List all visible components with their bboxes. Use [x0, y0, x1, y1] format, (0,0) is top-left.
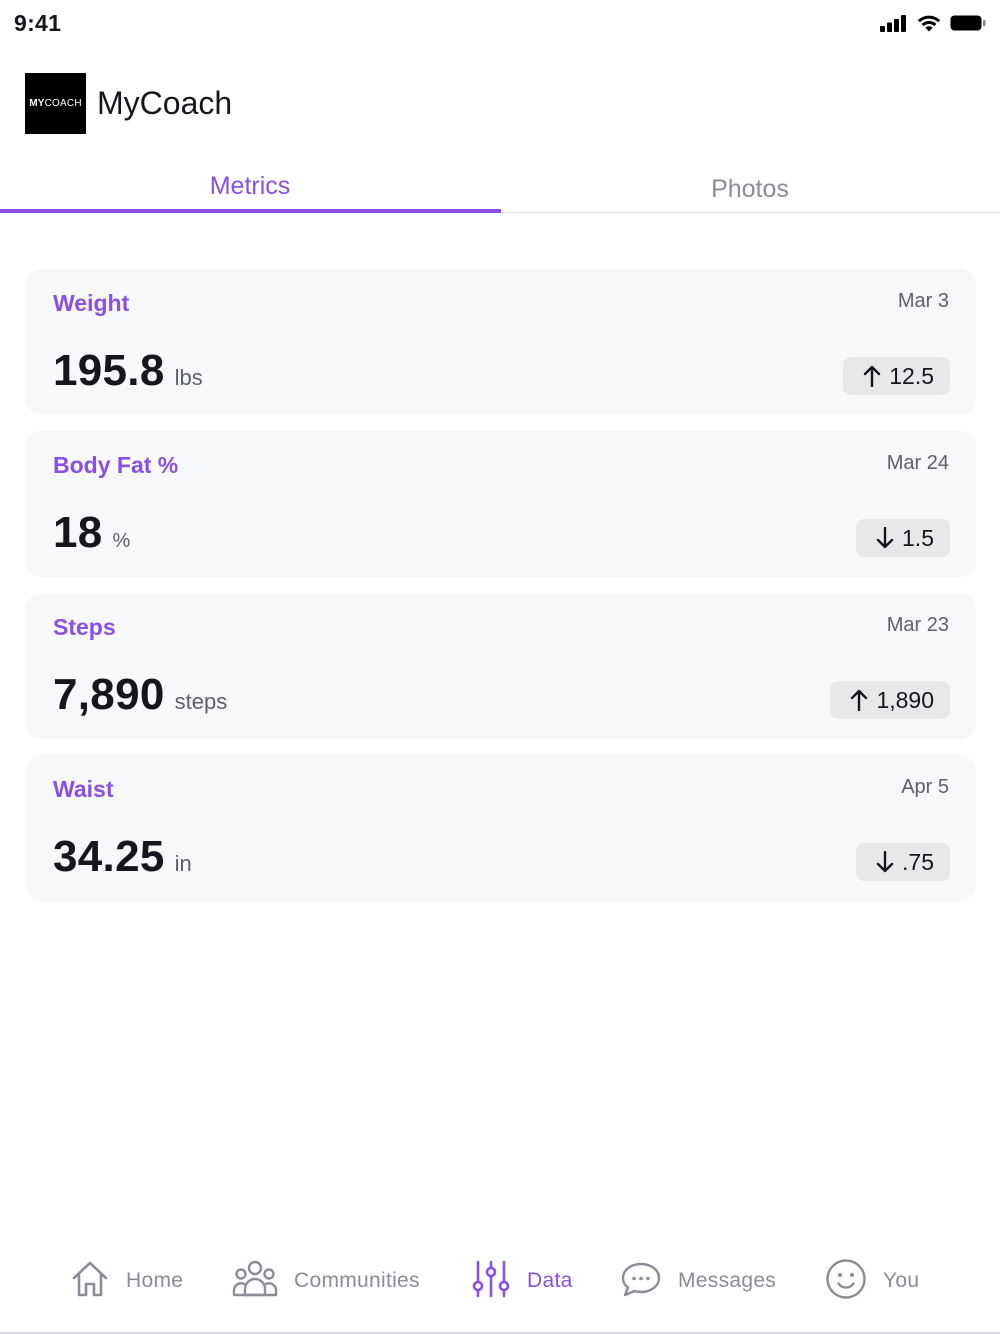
nav-label: Communities — [294, 1269, 420, 1292]
app-logo: MY COACH — [25, 73, 86, 134]
nav-label: Messages — [678, 1269, 777, 1292]
metric-card-body-fat[interactable]: Body Fat % Mar 24 18 % 1.5 — [26, 431, 976, 577]
cellular-signal-icon — [880, 14, 908, 37]
nav-item-home[interactable]: Home — [70, 1245, 183, 1317]
chat-bubble-icon — [620, 1259, 662, 1304]
tab-metrics[interactable]: Metrics — [0, 160, 501, 213]
arrow-down-icon — [876, 851, 894, 873]
change-value: 12.5 — [889, 362, 934, 389]
sliders-icon — [471, 1259, 511, 1304]
metrics-list: Weight Mar 3 195.8 lbs 12.5 Body Fat % M… — [26, 269, 976, 917]
people-icon — [232, 1259, 278, 1304]
wifi-icon — [916, 13, 942, 37]
app-title: MyCoach — [97, 85, 233, 121]
metric-number: 195.8 — [53, 346, 165, 395]
tab-photos[interactable]: Photos — [500, 160, 1000, 212]
status-time: 9:41 — [14, 10, 62, 36]
change-badge: 1,890 — [830, 681, 950, 719]
metric-name: Body Fat % — [53, 452, 179, 478]
status-icons — [880, 13, 986, 37]
metric-value: 34.25 in — [53, 832, 192, 882]
metric-card-waist[interactable]: Waist Apr 5 34.25 in .75 — [26, 755, 976, 901]
nav-item-you[interactable]: You — [825, 1245, 919, 1317]
nav-item-messages[interactable]: Messages — [620, 1245, 776, 1317]
nav-item-data[interactable]: Data — [471, 1245, 573, 1317]
metric-number: 7,890 — [53, 670, 165, 719]
metric-name: Weight — [53, 290, 130, 316]
nav-item-communities[interactable]: Communities — [232, 1245, 420, 1317]
metric-value: 7,890 steps — [53, 670, 227, 720]
change-value: 1,890 — [876, 686, 934, 713]
metric-value: 18 % — [53, 508, 130, 558]
status-bar: 9:41 — [0, 0, 1000, 48]
metric-number: 18 — [53, 508, 103, 557]
metric-unit: steps — [174, 689, 228, 714]
home-icon — [70, 1259, 110, 1304]
nav-label: Data — [527, 1269, 573, 1292]
change-badge: 12.5 — [843, 357, 950, 395]
arrow-up-icon — [863, 365, 881, 387]
metric-date: Apr 5 — [901, 776, 949, 798]
tab-bar: Metrics Photos — [0, 160, 1000, 213]
metric-number: 34.25 — [53, 832, 165, 881]
logo-text-light: COACH — [44, 98, 82, 109]
metric-card-steps[interactable]: Steps Mar 23 7,890 steps 1,890 — [26, 593, 976, 739]
change-badge: .75 — [856, 843, 950, 881]
arrow-down-icon — [876, 527, 894, 549]
battery-icon — [950, 14, 986, 37]
metric-unit: lbs — [174, 365, 203, 390]
metric-unit: % — [112, 530, 131, 552]
nav-label: You — [883, 1269, 920, 1292]
metric-date: Mar 3 — [897, 290, 949, 312]
metric-date: Mar 24 — [886, 452, 949, 474]
metric-value: 195.8 lbs — [53, 346, 203, 396]
change-value: 1.5 — [902, 524, 934, 551]
arrow-up-icon — [850, 689, 868, 711]
change-value: .75 — [902, 848, 934, 875]
metric-unit: in — [174, 851, 192, 876]
logo-text-bold: MY — [29, 98, 45, 109]
change-badge: 1.5 — [856, 519, 950, 557]
metric-name: Waist — [53, 776, 114, 802]
app-header: MY COACH MyCoach — [25, 73, 232, 134]
metric-name: Steps — [53, 614, 116, 640]
nav-label: Home — [126, 1269, 184, 1292]
metric-card-weight[interactable]: Weight Mar 3 195.8 lbs 12.5 — [26, 269, 976, 415]
metric-date: Mar 23 — [886, 614, 949, 636]
bottom-nav: Home Communities Data Messages You — [0, 1245, 1000, 1317]
smiley-icon — [825, 1258, 867, 1305]
